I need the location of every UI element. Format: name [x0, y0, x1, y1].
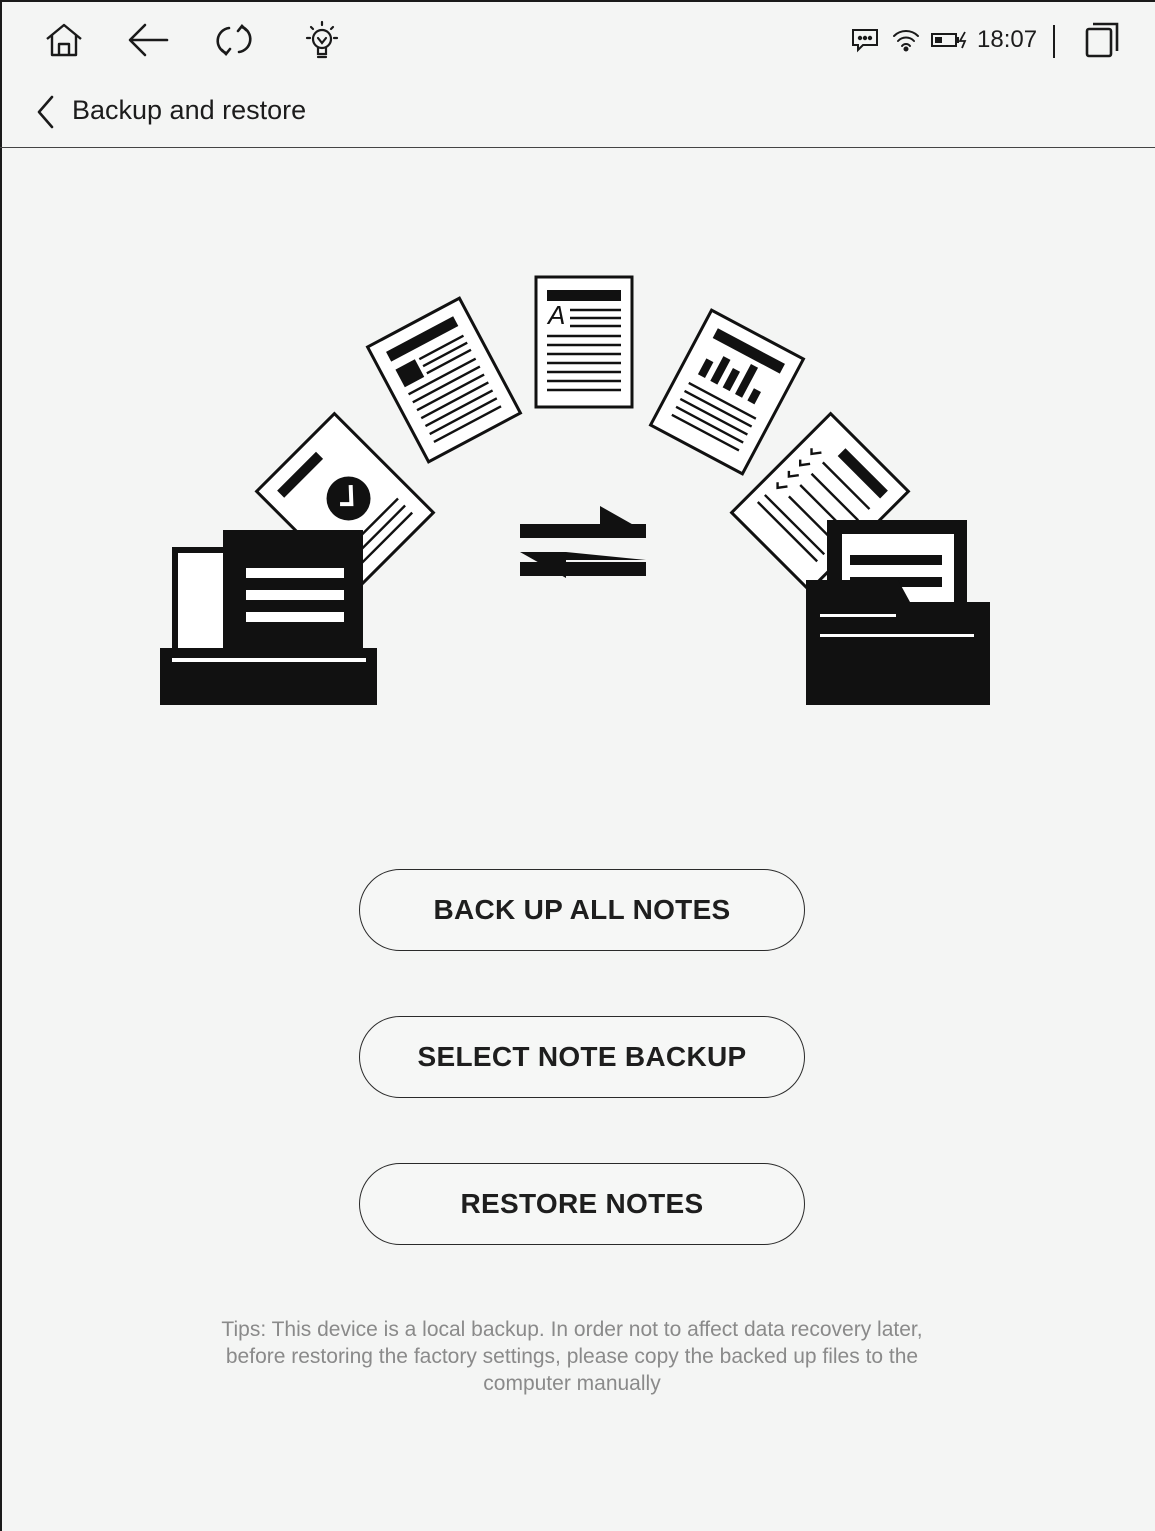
message-icon: [845, 18, 885, 62]
clock: 18:07: [977, 26, 1038, 53]
restore-notes-button[interactable]: RESTORE NOTES: [359, 1163, 805, 1245]
title-bar: Backup and restore: [0, 76, 1155, 148]
swap-arrows-icon: [520, 506, 646, 578]
article-document-icon: [365, 296, 523, 464]
tips-text: Tips: This device is a local backup. In …: [221, 1318, 923, 1395]
wifi-icon: [886, 18, 926, 62]
status-divider: [1053, 25, 1055, 58]
refresh-icon[interactable]: [212, 18, 256, 62]
backup-illustration: A: [150, 262, 1010, 722]
status-bar: 18:07: [0, 0, 1155, 76]
printer-device-icon: [160, 530, 377, 705]
lightbulb-icon[interactable]: [300, 18, 344, 62]
text-document-icon: A: [534, 275, 634, 409]
battery-charging-icon: [928, 18, 972, 62]
bar-chart-document-icon: [648, 308, 806, 476]
svg-text:A: A: [546, 300, 565, 330]
back-up-all-notes-button[interactable]: BACK UP ALL NOTES: [359, 869, 805, 951]
multiwindow-icon[interactable]: [1080, 18, 1124, 62]
back-arrow-icon[interactable]: [126, 18, 170, 62]
home-icon[interactable]: [42, 18, 86, 62]
back-chevron-icon[interactable]: [32, 93, 60, 131]
select-note-backup-button[interactable]: SELECT NOTE BACKUP: [359, 1016, 805, 1098]
folder-storage-icon: [806, 520, 990, 705]
screen-frame: [0, 0, 1155, 1531]
page-title: Backup and restore: [72, 95, 307, 125]
